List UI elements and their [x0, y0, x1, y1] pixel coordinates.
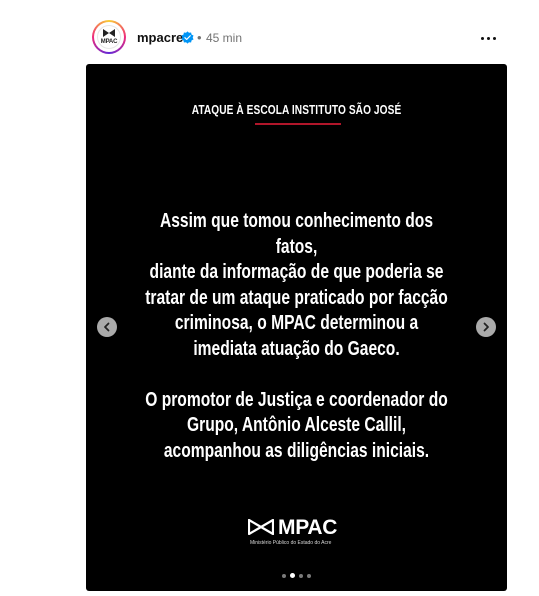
carousel-pager	[86, 573, 507, 579]
slide-line: tratar de um ataque praticado por facção	[145, 286, 448, 309]
pager-dot	[299, 573, 303, 578]
brand-name: MPAC	[278, 516, 338, 539]
slide-paragraph-2: O promotor de Justiça e coordenador do G…	[140, 388, 453, 465]
post-media-slide[interactable]: ATAQUE À ESCOLA INSTITUTO SÃO JOSÉ Assim…	[86, 64, 507, 591]
slide-line: imediata atuação do Gaeco.	[193, 337, 400, 360]
post-header: MPAC mpacre • 45 min	[92, 20, 510, 56]
avatar[interactable]: MPAC	[92, 20, 126, 54]
slide-paragraph-1: Assim que tomou conhecimento dos fatos, …	[140, 209, 453, 363]
mpac-brand-logo: MPAC Ministério Público do Estado do Acr…	[248, 516, 348, 550]
slide-line: Assim que tomou conhecimento dos fatos,	[159, 210, 434, 258]
verified-badge-icon	[181, 31, 194, 44]
slide-line: Grupo, Antônio Alceste Callil,	[186, 414, 406, 437]
mpac-logo-icon: MPAC	[97, 25, 121, 49]
post-time[interactable]: 45 min	[206, 31, 242, 45]
separator-dot: •	[197, 30, 202, 45]
slide-line: O promotor de Justiça e coordenador do	[145, 388, 448, 411]
chevron-left-icon	[104, 322, 110, 332]
mpac-emblem-icon	[248, 519, 274, 535]
slide-line: diante da informação de que poderia se	[149, 261, 444, 284]
pager-dot-active	[290, 573, 295, 578]
previous-slide-button[interactable]	[97, 317, 117, 337]
brand-subtitle: Ministério Público do Estado do Acre	[250, 540, 332, 546]
slide-title: ATAQUE À ESCOLA INSTITUTO SÃO JOSÉ	[191, 102, 402, 117]
slide-body: Assim que tomou conhecimento dos fatos, …	[140, 209, 453, 464]
chevron-right-icon	[483, 322, 489, 332]
username-link[interactable]: mpacre	[137, 30, 183, 45]
avatar-label: MPAC	[100, 39, 118, 45]
instagram-post: MPAC mpacre • 45 min ATAQUE À ESCOLA INS…	[0, 0, 539, 596]
slide-line: acompanhou as diligências iniciais.	[163, 439, 430, 462]
pager-dot	[282, 573, 286, 578]
mpac-emblem-icon	[103, 29, 115, 37]
slide-line: criminosa, o MPAC determinou a	[174, 312, 419, 335]
more-options-icon[interactable]	[479, 28, 499, 48]
pager-dot	[307, 573, 311, 578]
title-underline	[255, 123, 341, 125]
next-slide-button[interactable]	[476, 317, 496, 337]
